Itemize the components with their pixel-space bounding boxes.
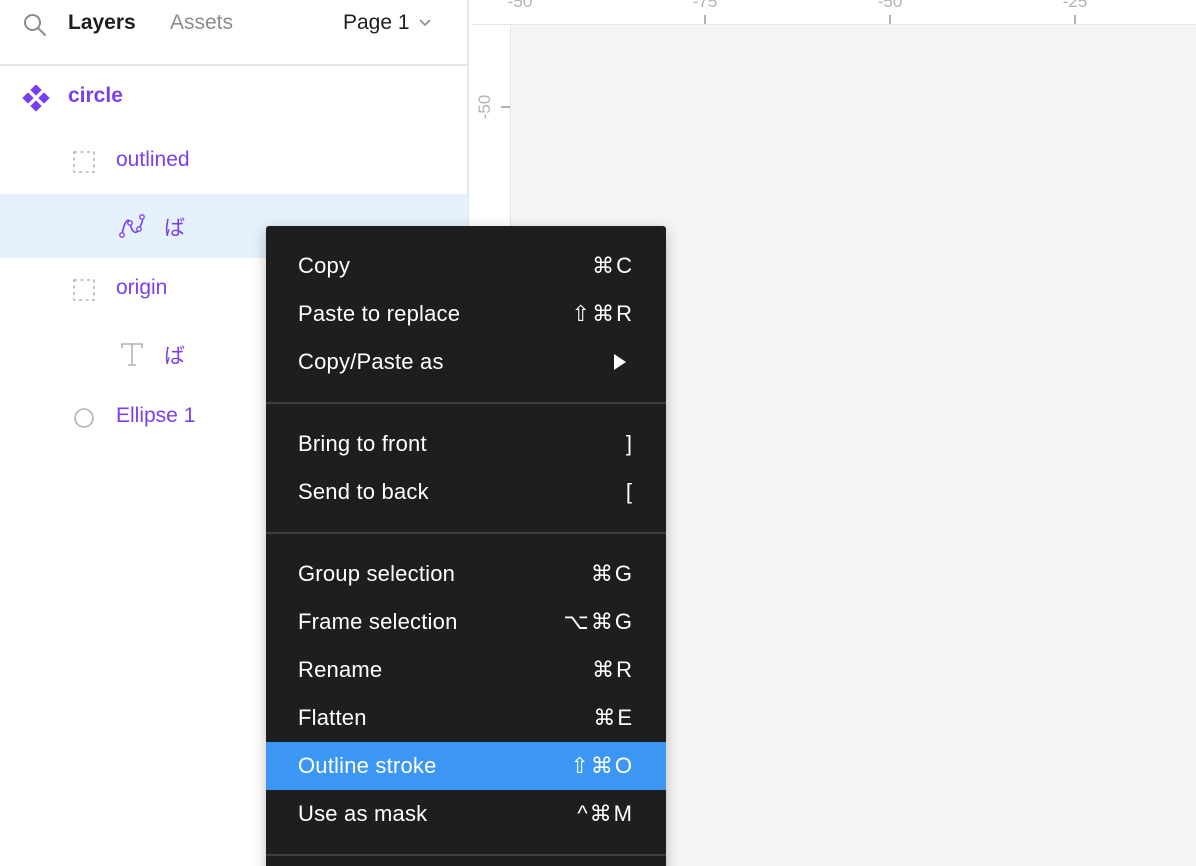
menu-item-shortcut: ⌘R xyxy=(592,657,634,682)
tab-assets[interactable]: Assets xyxy=(170,11,233,35)
menu-item-send-to-back[interactable]: Send to back [ xyxy=(266,468,666,516)
ruler-tick xyxy=(1074,15,1076,24)
menu-item-frame-selection[interactable]: Frame selection ⌥⌘G xyxy=(266,598,666,646)
menu-item-label: Use as mask xyxy=(298,801,428,826)
menu-item-label: Frame selection xyxy=(298,609,458,634)
menu-item-label: Flatten xyxy=(298,705,367,730)
menu-item-shortcut: ⌘C xyxy=(592,253,634,278)
ruler-tick xyxy=(501,106,510,108)
menu-item-shortcut: [ xyxy=(625,479,634,504)
ruler-label: -75 xyxy=(692,0,718,11)
menu-item-flatten[interactable]: Flatten ⌘E xyxy=(266,694,666,742)
chevron-down-icon xyxy=(418,19,431,27)
ruler-label: -50 xyxy=(507,0,533,11)
menu-item-shortcut: ⇧⌘O xyxy=(570,753,634,778)
menu-item-shortcut: ^⌘M xyxy=(577,801,634,826)
menu-item-shortcut: ⌥⌘G xyxy=(563,609,634,634)
menu-item-label: Copy/Paste as xyxy=(298,349,444,374)
text-icon xyxy=(118,340,146,368)
frame-dashed-icon xyxy=(70,276,98,304)
layer-row-outlined[interactable]: outlined xyxy=(0,130,468,194)
menu-item-group-selection[interactable]: Group selection ⌘G xyxy=(266,550,666,598)
menu-item-copy[interactable]: Copy ⌘C xyxy=(266,242,666,290)
menu-item-use-as-mask[interactable]: Use as mask ^⌘M xyxy=(266,790,666,838)
menu-separator xyxy=(266,854,666,856)
search-icon[interactable] xyxy=(22,12,48,38)
menu-item-label: Copy xyxy=(298,253,351,278)
component-icon xyxy=(22,84,50,112)
menu-item-bring-to-front[interactable]: Bring to front ] xyxy=(266,420,666,468)
menu-item-shortcut: ⇧⌘R xyxy=(571,301,634,326)
submenu-arrow-icon xyxy=(614,354,626,370)
layer-label: ば xyxy=(164,345,185,368)
menu-item-label: Paste to replace xyxy=(298,301,461,326)
layer-label: origin xyxy=(116,276,168,299)
layer-label: ば xyxy=(164,217,185,240)
menu-item-outline-stroke[interactable]: Outline stroke ⇧⌘O xyxy=(266,742,666,790)
menu-separator xyxy=(266,532,666,534)
ruler-tick xyxy=(889,15,891,24)
menu-item-rename[interactable]: Rename ⌘R xyxy=(266,646,666,694)
layer-label: circle xyxy=(68,84,123,107)
vector-pen-icon xyxy=(117,211,145,239)
menu-item-label: Send to back xyxy=(298,479,429,504)
frame-dashed-icon xyxy=(70,148,98,176)
ruler-tick xyxy=(704,15,706,24)
menu-item-label: Outline stroke xyxy=(298,753,437,778)
menu-item-paste-to-replace[interactable]: Paste to replace ⇧⌘R xyxy=(266,290,666,338)
layer-row-circle[interactable]: circle xyxy=(0,66,468,130)
context-menu: Copy ⌘C Paste to replace ⇧⌘R Copy/Paste … xyxy=(266,226,666,866)
tab-layers[interactable]: Layers xyxy=(68,11,136,35)
menu-item-label: Bring to front xyxy=(298,431,427,456)
ruler-top: -50 -75 -50 -25 xyxy=(471,0,1196,25)
menu-item-shortcut: ] xyxy=(625,431,634,456)
menu-separator xyxy=(266,402,666,404)
menu-item-shortcut: ⌘G xyxy=(590,561,634,586)
layer-label: Ellipse 1 xyxy=(116,404,196,427)
page-selector-label: Page 1 xyxy=(343,11,410,34)
ellipse-icon xyxy=(70,404,98,432)
ruler-label: -50 xyxy=(877,0,903,11)
page-selector[interactable]: Page 1 xyxy=(343,11,432,35)
menu-item-shortcut: ⌘E xyxy=(593,705,634,730)
menu-item-label: Rename xyxy=(298,657,383,682)
menu-item-copy-paste-as[interactable]: Copy/Paste as xyxy=(266,338,666,386)
ruler-label: -25 xyxy=(1062,0,1088,11)
panel-header: Layers Assets Page 1 xyxy=(0,0,469,66)
ruler-label: -50 xyxy=(475,94,494,120)
layer-label: outlined xyxy=(116,148,190,171)
menu-item-label: Group selection xyxy=(298,561,456,586)
